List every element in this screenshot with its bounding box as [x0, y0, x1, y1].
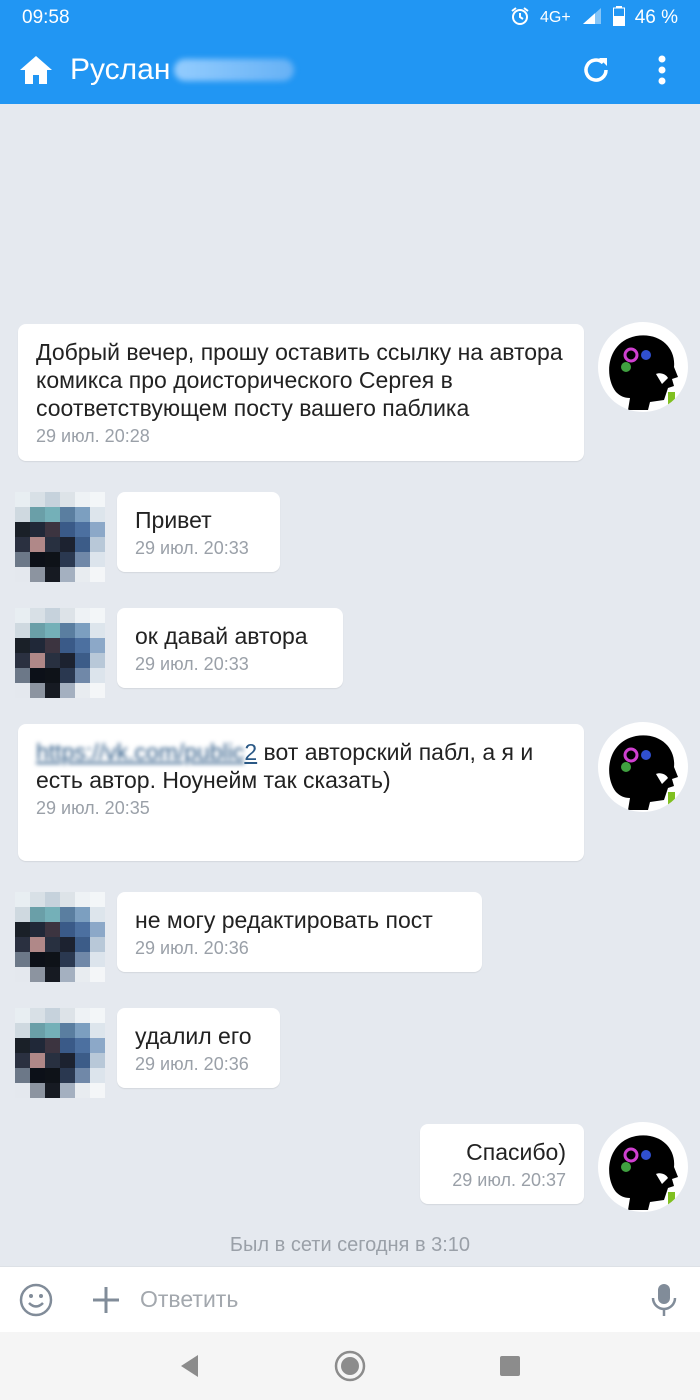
- message-bubble-outgoing[interactable]: https://vk.com/public2 вот авторский паб…: [18, 724, 584, 861]
- skull-brain-icon: [609, 735, 678, 810]
- recents-button[interactable]: [485, 1341, 535, 1391]
- contact-name: Руслан: [70, 53, 171, 86]
- status-right: 4G+ 46 %: [510, 5, 678, 31]
- status-time: 09:58: [22, 7, 70, 28]
- public-link[interactable]: https://vk.com/public2: [36, 739, 257, 765]
- message-time: 29 июл. 20:28: [36, 426, 150, 446]
- message-time: 29 июл. 20:36: [135, 1054, 249, 1074]
- chat-title[interactable]: Руслан: [70, 53, 552, 87]
- message-time: 29 июл. 20:37: [452, 1170, 566, 1190]
- my-avatar[interactable]: [598, 1122, 688, 1212]
- my-avatar[interactable]: [598, 322, 688, 412]
- home-icon: [20, 56, 52, 84]
- contact-avatar[interactable]: [15, 492, 105, 582]
- message-text: удалил его: [135, 1023, 252, 1049]
- message-text: ок давай автора: [135, 623, 308, 649]
- contact-avatar[interactable]: [15, 892, 105, 982]
- voice-button[interactable]: [644, 1280, 684, 1320]
- network-type: 4G+: [540, 9, 571, 26]
- message-time: 29 июл. 20:33: [135, 654, 249, 674]
- message-text: https://vk.com/public2 вот авторский паб…: [36, 739, 534, 793]
- message-bubble-outgoing[interactable]: Спасибо) 29 июл. 20:37: [420, 1124, 584, 1204]
- reply-input[interactable]: [140, 1286, 644, 1313]
- battery-level: 46 %: [634, 7, 678, 28]
- home-button[interactable]: [16, 50, 56, 90]
- status-bar: 09:58 4G+ 46 %: [0, 0, 700, 36]
- redacted-surname: [174, 59, 295, 81]
- more-menu-button[interactable]: [640, 48, 684, 92]
- contact-avatar[interactable]: [15, 608, 105, 698]
- alarm-icon: [510, 6, 530, 31]
- system-nav-bar: [0, 1332, 700, 1400]
- more-vert-icon: [658, 55, 666, 85]
- message-bubble-incoming[interactable]: удалил его 29 июл. 20:36: [117, 1008, 280, 1088]
- message-text: Добрый вечер, прошу оставить ссылку на а…: [36, 339, 563, 421]
- battery-icon: [612, 5, 625, 31]
- message-bubble-outgoing[interactable]: Добрый вечер, прошу оставить ссылку на а…: [18, 324, 584, 461]
- refresh-button[interactable]: [574, 48, 618, 92]
- skull-brain-icon: [609, 335, 678, 410]
- skull-brain-icon: [609, 1135, 678, 1210]
- message-bubble-incoming[interactable]: ок давай автора 29 июл. 20:33: [117, 608, 343, 688]
- mic-icon: [651, 1283, 677, 1316]
- refresh-icon: [584, 58, 608, 82]
- back-button[interactable]: [165, 1341, 215, 1391]
- message-time: 29 июл. 20:36: [135, 938, 249, 958]
- back-triangle-icon: [181, 1355, 198, 1377]
- square-icon: [500, 1356, 520, 1376]
- contact-avatar[interactable]: [15, 1008, 105, 1098]
- chat-header: Руслан: [0, 36, 700, 104]
- message-bubble-incoming[interactable]: не могу редактировать пост 29 июл. 20:36: [117, 892, 482, 972]
- smile-icon: [19, 1283, 53, 1316]
- my-avatar[interactable]: [598, 722, 688, 812]
- signal-icon: [581, 6, 603, 31]
- message-time: 29 июл. 20:35: [36, 798, 150, 818]
- message-list[interactable]: Добрый вечер, прошу оставить ссылку на а…: [0, 104, 700, 1266]
- attach-button[interactable]: [86, 1280, 126, 1320]
- message-text: Спасибо): [466, 1139, 566, 1165]
- home-nav-button[interactable]: [325, 1341, 375, 1391]
- home-circle-icon: [334, 1350, 366, 1382]
- emoji-button[interactable]: [16, 1280, 56, 1320]
- message-text: не могу редактировать пост: [135, 907, 433, 933]
- plus-icon: [93, 1286, 119, 1313]
- message-text: Привет: [135, 507, 212, 533]
- message-time: 29 июл. 20:33: [135, 538, 249, 558]
- message-composer: [0, 1266, 700, 1332]
- message-bubble-incoming[interactable]: Привет 29 июл. 20:33: [117, 492, 280, 572]
- last-seen-status: Был в сети сегодня в 3:10: [229, 1234, 471, 1256]
